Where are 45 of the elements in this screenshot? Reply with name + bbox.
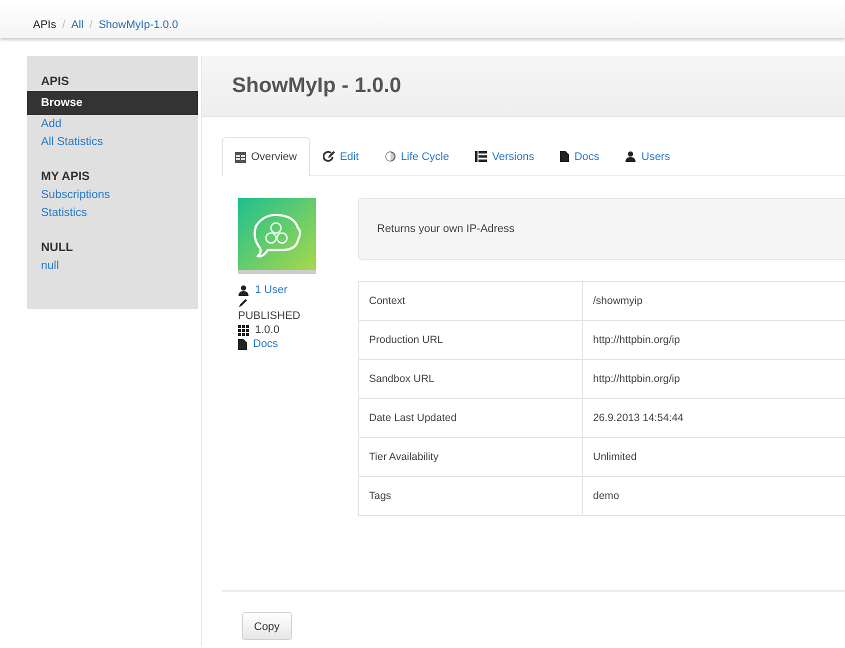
description-text: Returns your own IP-Adress [377,223,515,235]
sidebar-item[interactable]: Subscriptions [27,186,198,204]
detail-label: Context [358,282,582,320]
user-icon [238,284,249,296]
detail-value: /showmyip [582,282,845,320]
detail-label: Production URL [358,320,582,360]
circle-icon [384,151,396,162]
separator: / [62,19,66,31]
meta-text: 1.0.0 [255,324,280,336]
grid-icon [238,324,249,336]
breadcrumb-link[interactable]: All [71,19,84,31]
detail-label: Tags [358,476,582,516]
meta-link[interactable]: 1 User [255,284,288,296]
document-icon [560,151,570,162]
sidebar-item[interactable]: All Statistics [27,133,198,151]
tab[interactable]: Edit [310,137,372,175]
detail-label: Tier Availability [358,438,582,476]
detail-label: Sandbox URL [358,360,582,398]
pencil-icon [238,298,248,308]
table-icon [235,152,246,162]
separator: / [90,19,93,31]
tab[interactable]: Overview [222,137,310,176]
breadcrumb-link[interactable]: ShowMyIp-1.0.0 [98,19,178,31]
detail-label: Date Last Updated [358,398,582,438]
tab[interactable]: Life Cycle [372,137,462,175]
api-thumbnail-icon [238,198,316,274]
document-icon [238,338,247,350]
breadcrumb-link[interactable]: APIs [33,19,56,31]
list-icon [475,151,488,162]
sidebar-item[interactable]: Statistics [27,204,198,222]
meta-text: PUBLISHED [238,310,300,322]
sidebar-heading: NULL [40,239,74,256]
page-title: ShowMyIp - 1.0.0 [232,74,402,98]
edit-icon [322,151,335,162]
meta-link[interactable]: Docs [253,338,278,350]
copy-button[interactable]: Copy [242,612,292,640]
tab[interactable]: Versions [462,137,548,175]
tab[interactable]: Docs [547,137,612,175]
sidebar-item[interactable]: Browse [27,91,198,115]
sidebar-item[interactable]: Add [27,115,198,133]
sidebar-heading: APIS [40,73,70,90]
tab[interactable]: Users [612,137,684,175]
sidebar-heading: MY APIS [40,168,91,185]
sidebar-item[interactable]: null [27,257,198,275]
user-icon [625,151,636,162]
